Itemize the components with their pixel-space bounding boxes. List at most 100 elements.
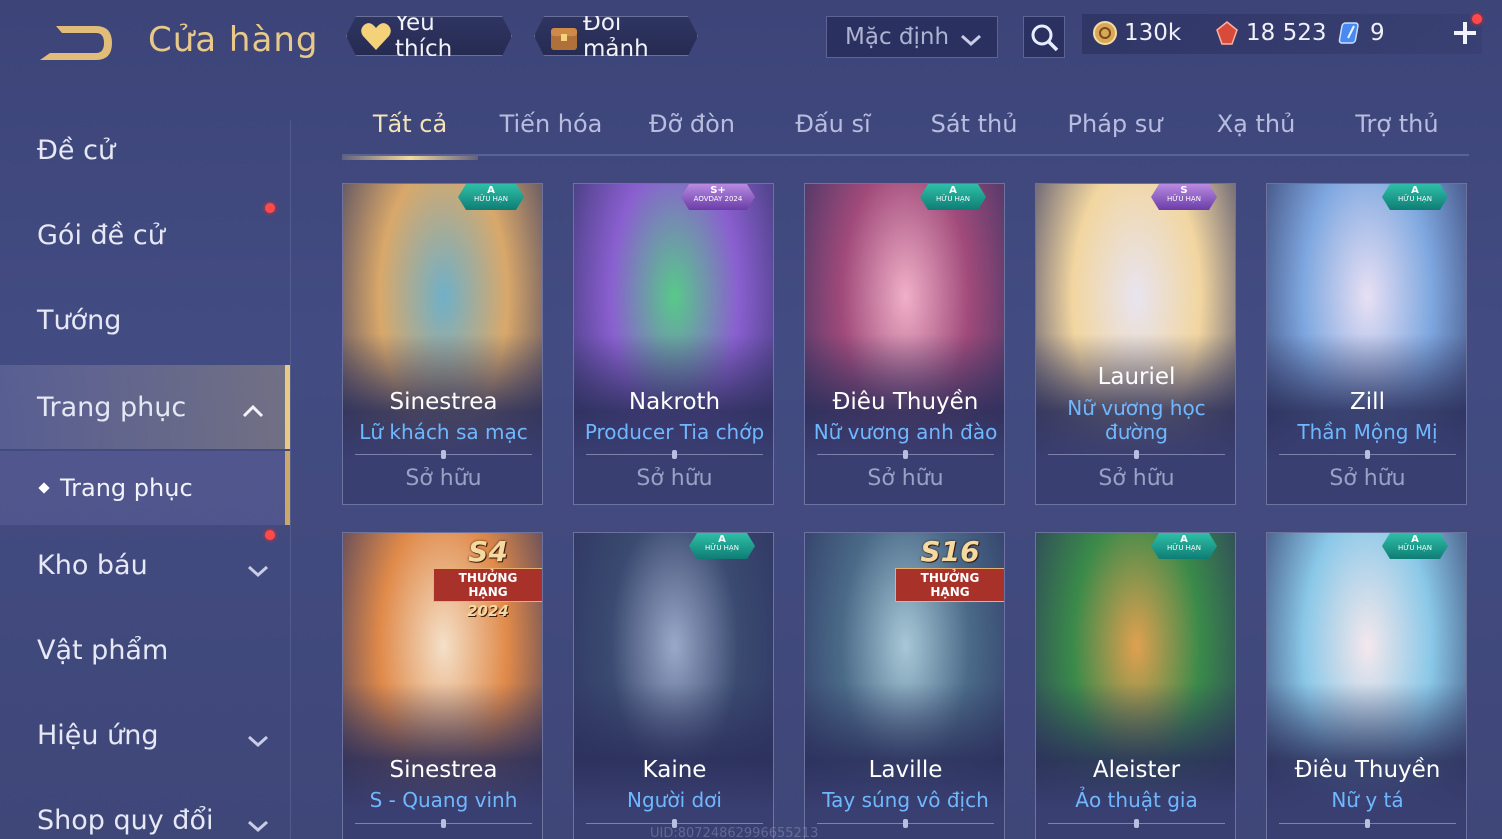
gold-coin-icon <box>1093 21 1117 45</box>
hero-name: Zill <box>1350 389 1385 415</box>
limited-badge: A HỮU HẠN <box>1382 184 1448 210</box>
voucher-amount: 18 523 <box>1246 20 1327 46</box>
skin-name: Lữ khách sa mạc <box>359 420 528 444</box>
sidebar-item-label: Kho báu <box>37 549 148 581</box>
gold-currency: 130k <box>1092 20 1181 46</box>
hero-name: Sinestrea <box>389 389 498 415</box>
hero-name: Laville <box>868 757 943 783</box>
search-icon <box>1031 24 1059 52</box>
sidebar-subitem-skins[interactable]: Trang phục <box>0 451 290 525</box>
skin-name: Nữ vương học đường <box>1067 396 1206 444</box>
chevron-up-icon <box>241 395 265 418</box>
chevron-down-icon <box>246 555 270 578</box>
owned-status: Sở hữu <box>867 466 944 491</box>
chevron-down-icon <box>959 29 983 47</box>
tab-tank[interactable]: Đỡ đòn <box>624 110 760 154</box>
sort-value: Mặc định <box>845 24 950 50</box>
sidebar-subitem-label: Trang phục <box>60 474 193 502</box>
treasure-chest-icon <box>547 20 581 54</box>
category-tabs: Tất cả Tiến hóa Đỡ đòn Đấu sĩ Sát thủ Ph… <box>342 100 1469 160</box>
sidebar-item-bundles[interactable]: Gói đề cử <box>0 195 290 275</box>
skin-card[interactable]: S HỮU HẠN Lauriel Nữ vương học đường Sở h… <box>1035 183 1236 505</box>
skin-card[interactable]: S+ AOVDAY 2024 Nakroth Producer Tia chớp … <box>573 183 774 505</box>
skin-name: Nữ vương anh đào <box>813 420 998 444</box>
sidebar-item-effects[interactable]: Hiệu ứng <box>0 695 290 775</box>
sidebar-item-label: Gói đề cử <box>37 219 165 251</box>
tab-mage[interactable]: Pháp sư <box>1047 110 1183 154</box>
skin-name: Ảo thuật gia <box>1075 788 1198 812</box>
sort-dropdown[interactable]: Mặc định <box>826 16 998 58</box>
skin-card[interactable]: S16 THƯỞNG HẠNG Laville Tay súng vô địch <box>804 532 1005 839</box>
hero-name: Lauriel <box>1097 364 1176 390</box>
gem-amount: 9 <box>1370 20 1385 46</box>
sidebar-item-label: Hiệu ứng <box>37 719 159 751</box>
gold-amount: 130k <box>1124 20 1182 46</box>
skin-name: Nữ y tá <box>1331 788 1404 812</box>
diamond-bullet-icon <box>38 482 50 494</box>
limited-badge: A HỮU HẠN <box>1382 533 1448 559</box>
user-id-watermark: UID:80724862996655213 <box>650 826 819 839</box>
sidebar-item-skins[interactable]: Trang phục <box>0 365 290 449</box>
sidebar-item-items[interactable]: Vật phẩm <box>0 610 290 690</box>
page-title: Cửa hàng <box>148 20 319 60</box>
hero-name: Nakroth <box>628 389 721 415</box>
blue-crystal-icon <box>1338 22 1359 44</box>
rank-reward-badge: S4 THƯỞNG HẠNG 2024 <box>433 535 542 620</box>
sidebar-item-label: Tướng <box>37 304 122 336</box>
tab-marksman[interactable]: Xạ thủ <box>1188 110 1324 154</box>
sidebar-item-exchange-shop[interactable]: Shop quy đổi <box>0 780 290 839</box>
favorites-button[interactable]: Yêu thích <box>346 16 512 56</box>
tab-fighter[interactable]: Đấu sĩ <box>765 110 901 154</box>
sidebar-divider <box>290 120 291 839</box>
exchange-button[interactable]: Đổi mảnh <box>534 16 698 56</box>
chevron-down-icon <box>246 725 270 748</box>
currency-bar: 130k 18 523 9 <box>1082 14 1482 54</box>
hero-name: Điêu Thuyền <box>1294 757 1441 783</box>
sidebar-item-label: Vật phẩm <box>37 634 169 666</box>
limited-badge: S HỮU HẠN <box>1151 184 1217 210</box>
skin-card[interactable]: A HỮU HẠN Zill Thần Mộng Mị Sở hữu <box>1266 183 1467 505</box>
skin-name: Người dơi <box>627 788 722 812</box>
rank-reward-badge: S16 THƯỞNG HẠNG <box>895 535 1004 602</box>
search-button[interactable] <box>1023 16 1065 58</box>
hero-name: Kaine <box>642 757 707 783</box>
skin-card[interactable]: A HỮU HẠN Aleister Ảo thuật gia <box>1035 532 1236 839</box>
skin-card[interactable]: A HỮU HẠN Sinestrea Lữ khách sa mạc Sở hữ… <box>342 183 543 505</box>
notification-dot <box>1472 14 1482 24</box>
sidebar: Đề cử Gói đề cử Tướng Trang phục Trang p… <box>0 105 290 839</box>
owned-status: Sở hữu <box>405 466 482 491</box>
tab-evolution[interactable]: Tiến hóa <box>483 110 619 154</box>
exchange-label: Đổi mảnh <box>583 10 649 62</box>
voucher-currency: 18 523 <box>1214 20 1326 46</box>
tab-assassin[interactable]: Sát thủ <box>906 110 1042 154</box>
skin-card[interactable]: A HỮU HẠN Điêu Thuyền Nữ y tá <box>1266 532 1467 839</box>
notification-dot <box>265 530 275 540</box>
hero-name: Điêu Thuyền <box>832 389 979 415</box>
sidebar-item-heroes[interactable]: Tướng <box>0 280 290 360</box>
sidebar-item-recommended[interactable]: Đề cử <box>0 110 290 190</box>
heart-icon <box>359 20 393 54</box>
skin-name: Tay súng vô địch <box>822 788 989 812</box>
skin-card[interactable]: S4 THƯỞNG HẠNG 2024 Sinestrea S - Quang … <box>342 532 543 839</box>
favorites-label: Yêu thích <box>395 10 453 62</box>
skin-card[interactable]: A HỮU HẠN Điêu Thuyền Nữ vương anh đào Sở… <box>804 183 1005 505</box>
owned-status: Sở hữu <box>1098 466 1175 491</box>
hero-name: Aleister <box>1092 757 1181 783</box>
limited-badge: A HỮU HẠN <box>458 184 524 210</box>
limited-badge: A HỮU HẠN <box>1151 533 1217 559</box>
top-bar: Cửa hàng Yêu thích Đổi mảnh Mặc định 130… <box>0 0 1502 80</box>
skin-card[interactable]: A HỮU HẠN Kaine Người dơi <box>573 532 774 839</box>
skin-name: S - Quang vinh <box>369 788 518 812</box>
sidebar-item-label: Trang phục <box>37 391 187 423</box>
skin-name: Producer Tia chớp <box>584 420 765 444</box>
back-arrow-icon[interactable] <box>36 22 116 64</box>
chevron-down-icon <box>246 810 270 833</box>
event-badge: S+ AOVDAY 2024 <box>681 184 755 210</box>
tab-all[interactable]: Tất cả <box>342 110 478 160</box>
notification-dot <box>265 203 275 213</box>
gem-currency: 9 <box>1338 20 1385 46</box>
limited-badge: A HỮU HẠN <box>920 184 986 210</box>
tab-support[interactable]: Trợ thủ <box>1329 110 1465 154</box>
sidebar-item-treasure[interactable]: Kho báu <box>0 525 290 605</box>
red-gem-icon <box>1216 21 1238 45</box>
